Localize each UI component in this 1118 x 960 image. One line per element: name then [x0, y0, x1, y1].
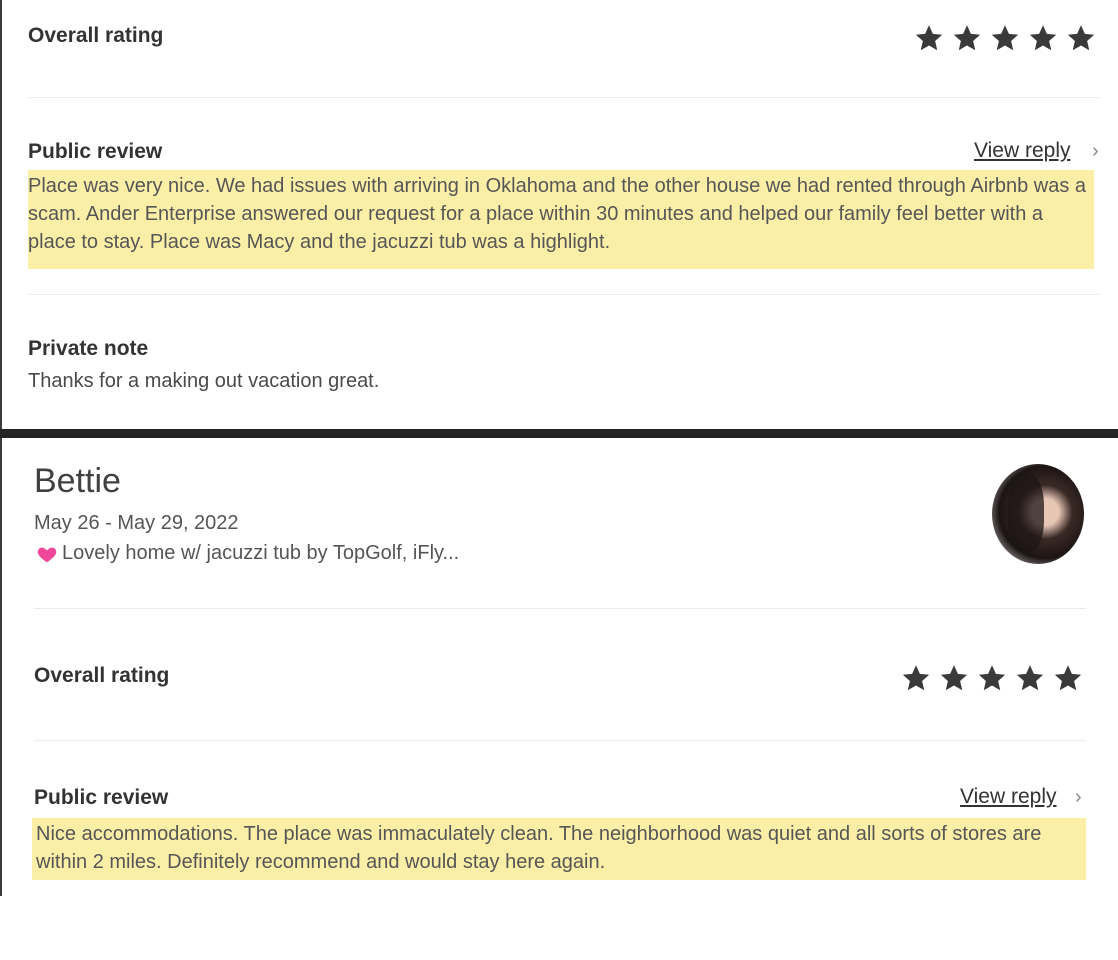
view-reply-link[interactable]: View reply: [960, 785, 1057, 809]
overall-rating-label: Overall rating: [28, 24, 164, 47]
star-icon: [1049, 661, 1087, 695]
private-note-text: Thanks for a making out vacation great.: [28, 370, 380, 392]
star-icon: [910, 21, 948, 55]
chevron-right-icon: ›: [1092, 140, 1099, 162]
section-divider: [0, 429, 1118, 438]
divider: [28, 97, 1100, 98]
rating-stars: [910, 21, 1100, 55]
listing-line[interactable]: Lovely home w/ jacuzzi tub by TopGolf, i…: [36, 542, 459, 565]
star-icon: [897, 661, 935, 695]
listing-title: Lovely home w/ jacuzzi tub by TopGolf, i…: [62, 542, 460, 564]
review-card-1: Overall rating Public review View reply …: [0, 0, 1118, 430]
avatar: [992, 464, 1084, 564]
rating-stars: [897, 661, 1087, 695]
chevron-right-icon: ›: [1075, 786, 1082, 808]
overall-rating-label: Overall rating: [34, 664, 170, 687]
view-reply-link[interactable]: View reply: [974, 139, 1071, 163]
public-review-text: Place was very nice. We had issues with …: [28, 170, 1094, 269]
review-card-2: Bettie May 26 - May 29, 2022 Lovely home…: [0, 438, 1118, 896]
star-icon: [935, 661, 973, 695]
heart-icon: [36, 543, 58, 565]
public-review-label: Public review: [34, 786, 169, 809]
private-note-label: Private note: [28, 337, 149, 360]
star-icon: [948, 21, 986, 55]
star-icon: [973, 661, 1011, 695]
star-icon: [1062, 21, 1100, 55]
divider: [28, 294, 1100, 295]
star-icon: [986, 21, 1024, 55]
guest-name: Bettie: [34, 462, 121, 500]
star-icon: [1011, 661, 1049, 695]
public-review-label: Public review: [28, 140, 163, 163]
public-review-text: Nice accommodations. The place was immac…: [32, 818, 1086, 880]
divider: [34, 608, 1086, 609]
stay-dates: May 26 - May 29, 2022: [34, 512, 239, 534]
divider: [34, 740, 1086, 741]
star-icon: [1024, 21, 1062, 55]
